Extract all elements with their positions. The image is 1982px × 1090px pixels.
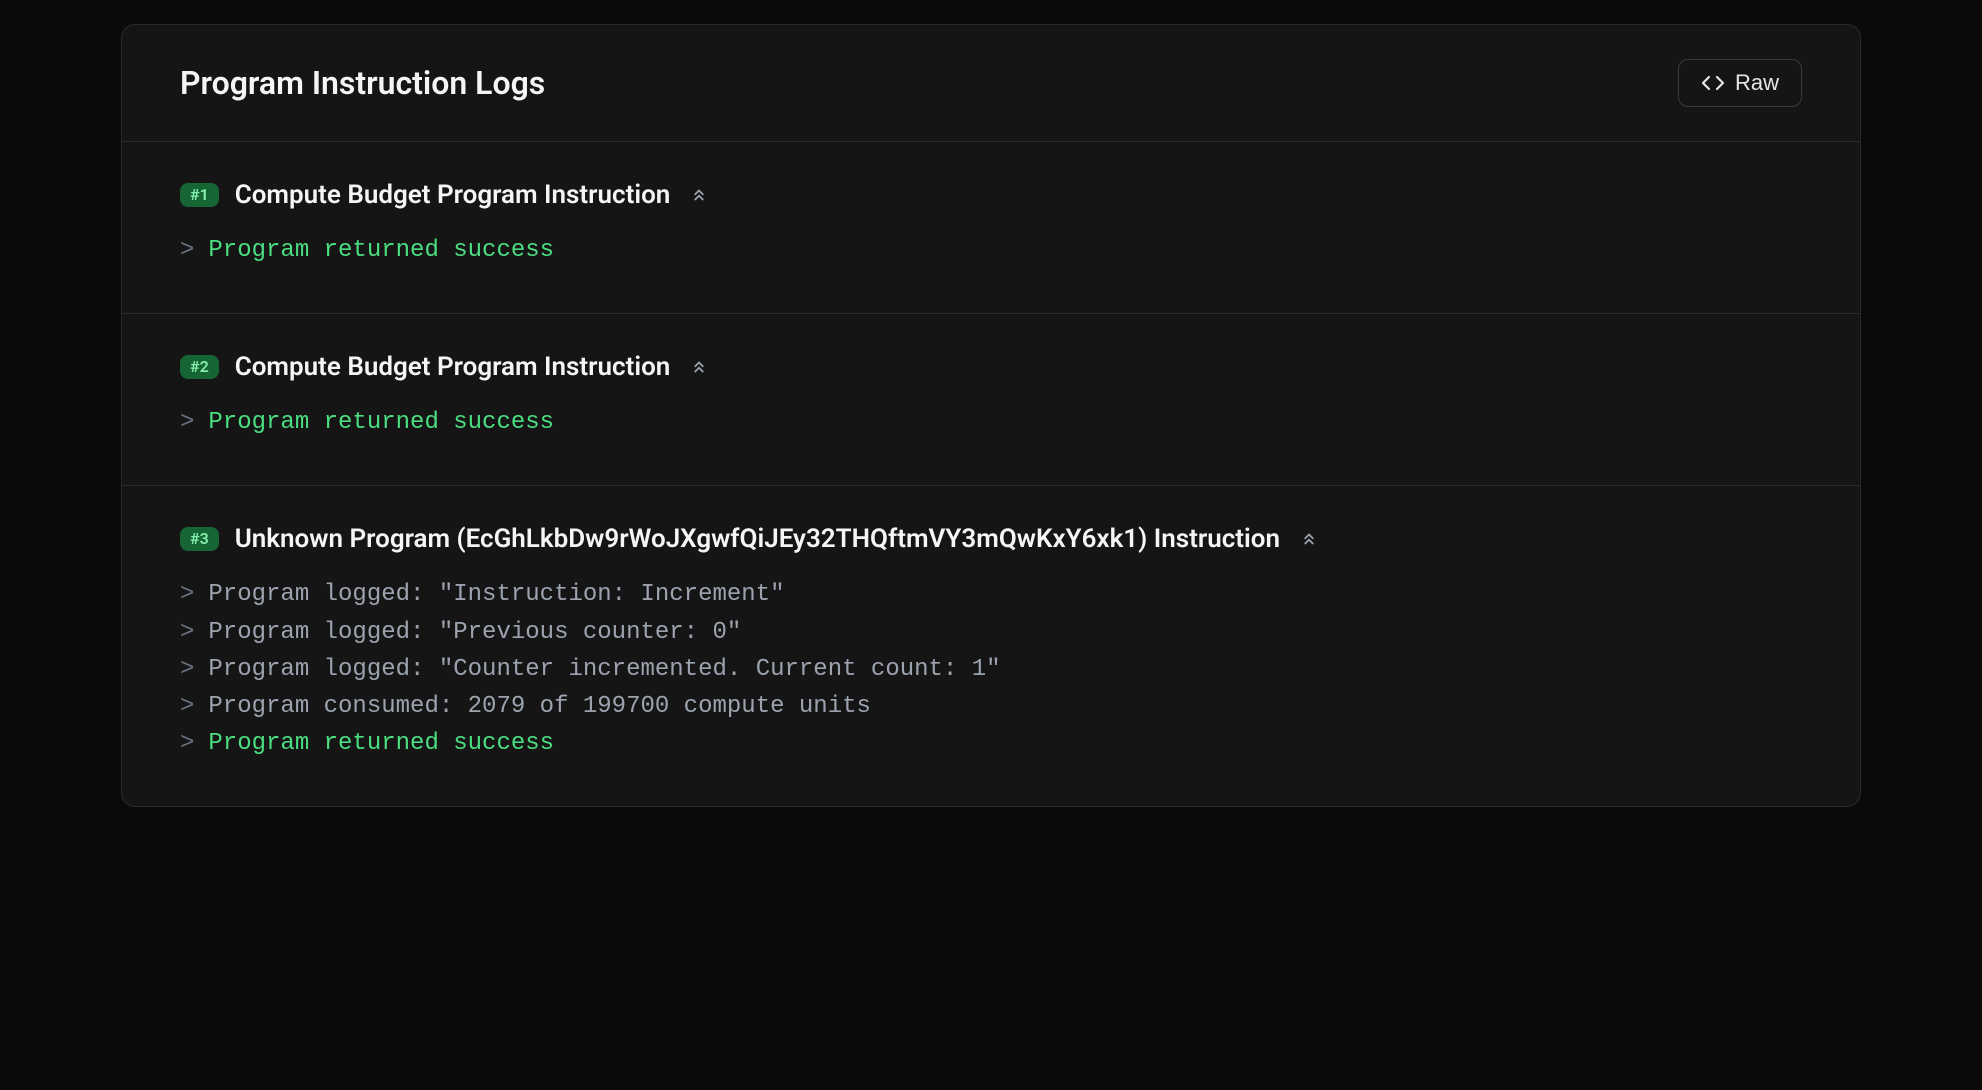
log-text: Program logged: "Counter incremented. Cu…	[208, 651, 1000, 688]
raw-button[interactable]: Raw	[1678, 59, 1802, 107]
log-header[interactable]: #2 Compute Budget Program Instruction	[180, 352, 1802, 382]
log-index-badge: #2	[180, 355, 219, 379]
log-line: > Program logged: "Instruction: Increment…	[180, 576, 1802, 613]
panel-title: Program Instruction Logs	[180, 64, 545, 102]
log-block: #1 Compute Budget Program Instruction > Pro…	[122, 142, 1860, 314]
log-text: Program logged: "Instruction: Increment"	[208, 576, 784, 613]
log-line: > Program returned success	[180, 725, 1802, 762]
log-caret: >	[180, 614, 194, 651]
log-caret: >	[180, 404, 194, 441]
collapse-icon[interactable]	[690, 358, 708, 376]
log-text: Program consumed: 2079 of 199700 compute…	[208, 688, 871, 725]
log-lines: > Program returned success	[180, 404, 1802, 441]
log-caret: >	[180, 232, 194, 269]
instruction-title: Compute Budget Program Instruction	[235, 180, 671, 210]
log-text: Program returned success	[208, 232, 554, 269]
log-text: Program logged: "Previous counter: 0"	[208, 614, 741, 651]
log-header[interactable]: #3 Unknown Program (EcGhLkbDw9rWoJXgwfQiJ…	[180, 524, 1802, 554]
raw-button-label: Raw	[1735, 70, 1779, 96]
panel-header: Program Instruction Logs Raw	[122, 25, 1860, 142]
log-text: Program returned success	[208, 404, 554, 441]
log-caret: >	[180, 688, 194, 725]
log-line: > Program returned success	[180, 404, 1802, 441]
log-caret: >	[180, 651, 194, 688]
log-block: #2 Compute Budget Program Instruction > Pro…	[122, 314, 1860, 486]
instruction-title: Unknown Program (EcGhLkbDw9rWoJXgwfQiJEy…	[235, 524, 1280, 554]
log-block: #3 Unknown Program (EcGhLkbDw9rWoJXgwfQiJ…	[122, 486, 1860, 806]
log-index-badge: #3	[180, 527, 219, 551]
instruction-title: Compute Budget Program Instruction	[235, 352, 671, 382]
log-lines: > Program logged: "Instruction: Increment…	[180, 576, 1802, 762]
log-caret: >	[180, 725, 194, 762]
log-line: > Program logged: "Previous counter: 0"	[180, 614, 1802, 651]
log-header[interactable]: #1 Compute Budget Program Instruction	[180, 180, 1802, 210]
logs-list: #1 Compute Budget Program Instruction > Pro…	[122, 142, 1860, 806]
log-text: Program returned success	[208, 725, 554, 762]
code-icon	[1701, 71, 1725, 95]
log-index-badge: #1	[180, 183, 219, 207]
log-line: > Program returned success	[180, 232, 1802, 269]
logs-panel: Program Instruction Logs Raw #1 Compute B…	[121, 24, 1861, 807]
log-line: > Program consumed: 2079 of 199700 comput…	[180, 688, 1802, 725]
collapse-icon[interactable]	[1300, 530, 1318, 548]
log-caret: >	[180, 576, 194, 613]
collapse-icon[interactable]	[690, 186, 708, 204]
log-line: > Program logged: "Counter incremented. C…	[180, 651, 1802, 688]
log-lines: > Program returned success	[180, 232, 1802, 269]
